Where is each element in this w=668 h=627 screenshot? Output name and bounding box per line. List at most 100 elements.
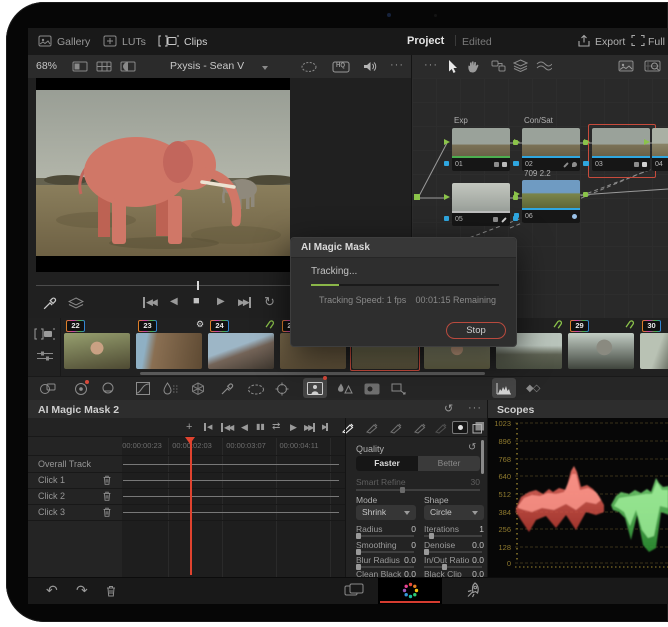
- node-02[interactable]: 02: [514, 128, 588, 171]
- hand-tool-icon[interactable]: [466, 59, 480, 73]
- single-viewer-icon[interactable]: [72, 61, 88, 72]
- node-input-port[interactable]: [444, 194, 450, 200]
- track-label-click1[interactable]: Click 1: [38, 475, 65, 485]
- hdr-wheels-icon[interactable]: [101, 382, 115, 396]
- track-label-overall[interactable]: Overall Track: [38, 459, 91, 469]
- track-label-click3[interactable]: Click 3: [38, 507, 65, 517]
- play-button[interactable]: ▶: [217, 296, 225, 307]
- quality-scrollbar[interactable]: [481, 440, 484, 474]
- export-label[interactable]: Export: [595, 36, 625, 48]
- reset-icon[interactable]: ↺: [444, 402, 453, 415]
- key-input-port[interactable]: [514, 161, 519, 166]
- shape-dropdown[interactable]: Circle: [424, 505, 484, 520]
- subtract-stroke-pen-icon[interactable]: [365, 420, 379, 434]
- track-bar[interactable]: [123, 496, 339, 497]
- swap-direction-button[interactable]: ⇄: [272, 421, 280, 432]
- scopes-tool-active[interactable]: [492, 378, 516, 398]
- slider-thumb[interactable]: [400, 487, 405, 493]
- compare-view-icon[interactable]: [120, 61, 136, 72]
- node-input-port[interactable]: [644, 139, 650, 145]
- param-slider[interactable]: [356, 549, 414, 555]
- quality-faster-option[interactable]: Faster: [356, 456, 418, 471]
- color-page-button-active[interactable]: [378, 578, 442, 604]
- hq-playback-icon[interactable]: HQ: [332, 60, 350, 73]
- clips-button[interactable]: [158, 35, 180, 47]
- param-slider[interactable]: [356, 564, 414, 570]
- camera-raw-icon[interactable]: [39, 382, 56, 395]
- stop-button[interactable]: ■: [193, 295, 200, 307]
- playhead-handle[interactable]: [185, 437, 195, 444]
- add-keyframe-button[interactable]: +: [186, 421, 192, 433]
- fullscreen-label[interactable]: Full Scr: [648, 36, 668, 48]
- web-grid-icon[interactable]: [191, 382, 205, 395]
- erase-pen-icon[interactable]: [434, 420, 448, 434]
- cursor-tool-icon[interactable]: [447, 59, 459, 73]
- node-options-menu[interactable]: ···: [424, 59, 438, 71]
- param-slider[interactable]: [424, 533, 482, 539]
- clip-thumbnail-23[interactable]: [136, 333, 202, 369]
- add-stroke-pen-icon[interactable]: [341, 420, 355, 434]
- key-input-port[interactable]: [444, 216, 449, 221]
- node-input-port[interactable]: [514, 139, 520, 145]
- curves-icon[interactable]: [136, 382, 150, 395]
- viewer-options-menu[interactable]: ···: [390, 59, 404, 71]
- dialog-titlebar[interactable]: AI Magic Mask: [291, 238, 516, 258]
- timeline-playhead[interactable]: [190, 437, 192, 575]
- qualifier-icon[interactable]: [163, 382, 179, 395]
- node-06[interactable]: 06: [514, 180, 588, 223]
- key-input-port[interactable]: [444, 161, 449, 166]
- play-reverse-button[interactable]: ◀: [170, 296, 178, 307]
- node-05[interactable]: 05: [444, 183, 518, 226]
- node-01[interactable]: 01: [444, 128, 518, 171]
- reverse-button[interactable]: ◀: [241, 422, 248, 433]
- deliver-page-icon[interactable]: [464, 581, 482, 599]
- export-button[interactable]: [577, 34, 591, 47]
- color-wheels-icon[interactable]: [74, 380, 89, 396]
- track-bar[interactable]: [123, 480, 339, 481]
- node-layers-icon[interactable]: [513, 59, 528, 72]
- trash-icon[interactable]: [101, 506, 113, 518]
- track-bar[interactable]: [123, 464, 339, 465]
- add-detail-pen-icon[interactable]: [389, 420, 403, 434]
- node-input-port[interactable]: [584, 139, 590, 145]
- viewer-source-select[interactable]: Pxysis - Sean V: [170, 60, 244, 72]
- mixer-icon[interactable]: [536, 61, 552, 71]
- clips-filter-icon[interactable]: [34, 328, 56, 340]
- clip-thumbnail-30[interactable]: [640, 333, 668, 369]
- skip-end-button[interactable]: ▶▶: [238, 297, 251, 308]
- blur-sharpen-icon[interactable]: [337, 382, 353, 395]
- track-bar[interactable]: [123, 512, 339, 513]
- key-input-port[interactable]: [584, 161, 589, 166]
- step-fwd-button[interactable]: ▶▶: [304, 423, 316, 432]
- matte-preview-toggle[interactable]: [452, 421, 468, 434]
- gallery-label[interactable]: Gallery: [57, 36, 90, 48]
- stills-icon[interactable]: [618, 60, 634, 72]
- delete-button[interactable]: [104, 584, 118, 598]
- goto-out-button[interactable]: ▶: [322, 423, 329, 431]
- project-tab[interactable]: Project: [407, 35, 444, 47]
- viewer-zoom-level[interactable]: 68%: [36, 60, 57, 72]
- pick-color-icon[interactable]: [42, 296, 57, 311]
- redo-button[interactable]: ↷: [76, 582, 88, 599]
- node-input-port[interactable]: [444, 139, 450, 145]
- param-slider[interactable]: [424, 549, 482, 555]
- quality-reset-icon[interactable]: ↺: [468, 442, 476, 453]
- split-view-icon[interactable]: [96, 61, 112, 72]
- viewer-playhead[interactable]: [197, 281, 199, 290]
- pause-button[interactable]: ▮▮: [256, 422, 265, 431]
- param-slider[interactable]: [356, 533, 414, 539]
- clips-label[interactable]: Clips: [184, 36, 207, 48]
- quality-better-option[interactable]: Better: [418, 456, 480, 471]
- power-window-icon[interactable]: [300, 61, 318, 73]
- lightbox-icon[interactable]: [644, 60, 661, 72]
- node-04[interactable]: 04: [644, 128, 668, 171]
- stop-tracking-button[interactable]: Stop: [446, 322, 506, 339]
- edit-page-icon[interactable]: [344, 583, 364, 598]
- window-icon[interactable]: [247, 384, 265, 395]
- fullscreen-button[interactable]: [631, 34, 645, 47]
- key-matte-icon[interactable]: [364, 383, 380, 395]
- sizing-icon[interactable]: [390, 382, 406, 395]
- goto-in-button[interactable]: ◀: [204, 423, 213, 431]
- clip-thumbnail-24[interactable]: [208, 333, 274, 369]
- remove-detail-pen-icon[interactable]: [413, 420, 427, 434]
